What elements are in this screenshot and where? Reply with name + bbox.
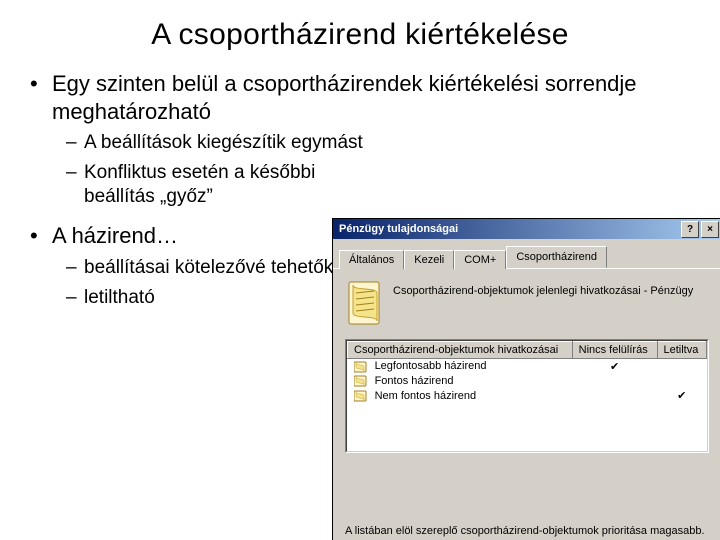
policy-icon [354,361,368,373]
dialog-titlebar[interactable]: Pénzügy tulajdonságai ? × [333,219,720,239]
close-button[interactable]: × [701,221,719,238]
col-no-override[interactable]: Nincs felülírás [572,342,657,359]
tab-complus[interactable]: COM+ [454,250,506,269]
bullet-1: Egy szinten belül a csoportházirendek ki… [28,70,692,208]
policy-icon [354,390,368,402]
bullet-1-1-text: A beállítások kiegészítik egymást [84,132,363,153]
cell-disabled: ✔ [657,388,707,403]
tab-strip: Általános Kezeli COM+ Csoportházirend [333,239,720,269]
policy-listbox[interactable]: Csoportházirend-objektumok hivatkozásai … [345,339,709,453]
bullet-2-1-text: beállításai kötelezővé tehetők [84,257,333,278]
dialog-footnote: A listában elöl szereplő csoportházirend… [345,521,709,537]
bullet-1-1: A beállítások kiegészítik egymást [66,131,692,155]
cell-no-override [572,374,657,388]
properties-dialog: Pénzügy tulajdonságai ? × Általános Keze… [332,218,720,540]
tab-group-policy[interactable]: Csoportházirend [506,246,607,268]
policy-icon [354,375,368,387]
bullet-2-text: A házirend… [52,223,178,248]
col-disabled[interactable]: Letiltva [657,342,707,359]
cell-disabled [657,359,707,375]
pane-heading: Csoportházirend-objektumok jelenlegi hiv… [345,279,709,329]
tab-general[interactable]: Általános [339,250,404,269]
bullet-2-1: beállításai kötelezővé tehetők [66,256,354,280]
tab-pane: Csoportházirend-objektumok jelenlegi hiv… [333,269,720,463]
bullet-2-2-text: letiltható [84,287,155,308]
policy-row-label: Nem fontos házirend [375,390,477,402]
policy-row[interactable]: Nem fontos házirend ✔ [348,388,707,403]
policy-row[interactable]: Fontos házirend [348,374,707,388]
cell-no-override [572,388,657,403]
policy-table: Csoportházirend-objektumok hivatkozásai … [347,341,707,451]
bullet-1-2: Konfliktus esetén a későbbi beállítás „g… [66,161,354,209]
col-links[interactable]: Csoportházirend-objektumok hivatkozásai [348,342,573,359]
policy-row-label: Legfontosabb házirend [375,360,487,372]
help-button[interactable]: ? [681,221,699,238]
slide: A csoportházirend kiértékelése Egy szint… [0,0,720,540]
cell-no-override: ✔ [572,359,657,375]
bullet-1-sublist: A beállítások kiegészítik egymást Konfli… [52,131,692,208]
policy-row[interactable]: Legfontosabb házirend ✔ [348,359,707,375]
policy-document-icon [347,281,383,325]
cell-disabled [657,374,707,388]
policy-row-label: Fontos házirend [375,375,454,387]
slide-title: A csoportházirend kiértékelése [28,18,692,52]
tab-managed-by[interactable]: Kezeli [404,250,454,269]
dialog-title: Pénzügy tulajdonságai [339,223,458,235]
bullet-1-text: Egy szinten belül a csoportházirendek ki… [52,71,637,124]
bullet-1-2-text: Konfliktus esetén a későbbi beállítás „g… [84,162,315,207]
